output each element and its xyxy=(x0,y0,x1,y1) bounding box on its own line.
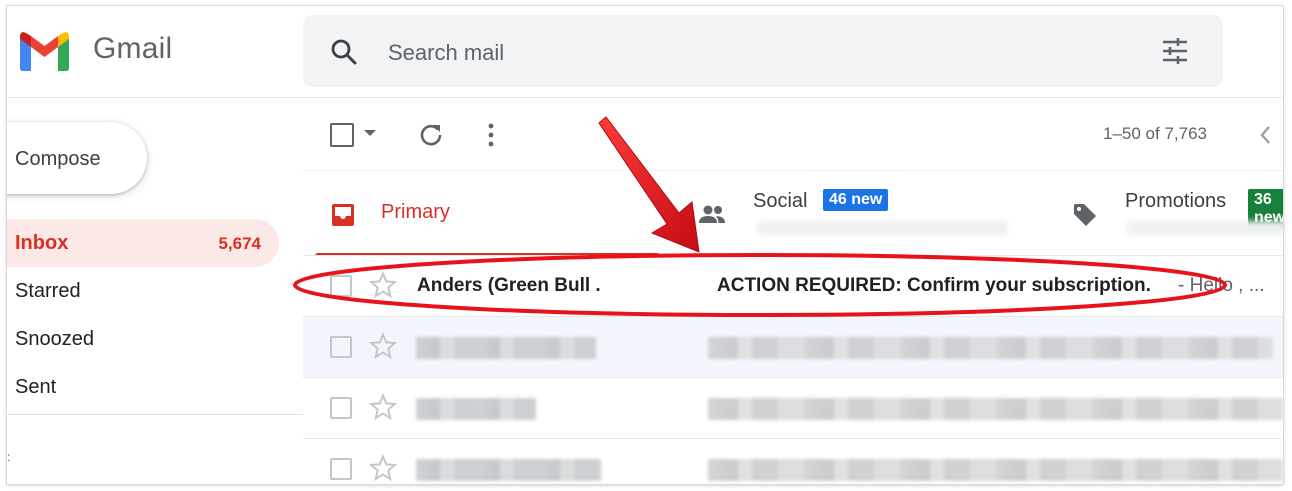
search-options-icon[interactable] xyxy=(1159,35,1191,67)
blurred-preview xyxy=(757,221,1007,235)
more-vert-icon[interactable] xyxy=(481,121,501,149)
compose-button[interactable]: Compose xyxy=(7,122,147,194)
star-icon[interactable] xyxy=(369,393,397,421)
email-sender: Anders (Green Bull . xyxy=(417,275,601,296)
sidebar-item-inbox[interactable]: Inbox 5,674 xyxy=(7,219,279,267)
row-checkbox[interactable] xyxy=(330,397,352,419)
search-bar[interactable]: Search mail xyxy=(303,15,1223,87)
sidebar-item-sent[interactable]: Sent xyxy=(7,363,279,411)
tab-label: Social xyxy=(753,190,808,212)
inbox-icon xyxy=(332,204,354,226)
tag-icon xyxy=(1074,204,1096,226)
email-row[interactable] xyxy=(303,317,1283,378)
sidebar-item-starred[interactable]: Starred xyxy=(7,267,279,315)
tab-primary[interactable]: Primary xyxy=(315,171,660,256)
sidebar-divider xyxy=(7,414,303,415)
blurred-sender xyxy=(416,337,596,359)
select-dropdown-icon[interactable] xyxy=(364,130,376,136)
star-icon[interactable] xyxy=(369,332,397,360)
tab-label: Primary xyxy=(381,201,450,223)
email-row[interactable] xyxy=(303,378,1283,439)
tab-promotions[interactable]: Promotions 36 new xyxy=(1067,171,1283,256)
sidebar-item-label: Sent xyxy=(15,376,57,398)
search-input[interactable]: Search mail xyxy=(388,40,504,66)
blurred-sender xyxy=(416,398,536,420)
email-subject: ACTION REQUIRED: Confirm your subscripti… xyxy=(717,275,1151,296)
email-snippet: - Hello , ... xyxy=(1178,275,1265,296)
unread-count: 5,674 xyxy=(218,234,261,253)
gmail-window: Gmail Search mail Compose Inbox 5,674 St… xyxy=(7,6,1283,484)
refresh-icon[interactable] xyxy=(417,121,445,149)
tab-label: Promotions xyxy=(1125,190,1227,212)
sidebar-item-label: Starred xyxy=(15,280,81,302)
blurred-subject xyxy=(708,459,1283,481)
star-icon[interactable] xyxy=(369,454,397,482)
tab-social[interactable]: Social 46 new xyxy=(697,171,1057,256)
email-row[interactable] xyxy=(303,439,1283,484)
row-checkbox[interactable] xyxy=(330,336,352,358)
email-row[interactable]: Anders (Green Bull . ACTION REQUIRED: Co… xyxy=(303,256,1283,317)
sidebar-item-label: Snoozed xyxy=(15,328,94,350)
header-divider xyxy=(7,97,1283,98)
search-icon[interactable] xyxy=(329,37,359,67)
sidebar-item-label: Inbox xyxy=(15,232,69,254)
blurred-sender xyxy=(416,459,601,481)
people-icon xyxy=(699,205,725,223)
select-all-checkbox[interactable] xyxy=(330,123,354,147)
sidebar-marker: : xyxy=(7,450,11,464)
gmail-logo-icon[interactable] xyxy=(17,30,72,72)
compose-label: Compose xyxy=(15,148,101,170)
app-name: Gmail xyxy=(93,32,173,65)
row-checkbox[interactable] xyxy=(330,458,352,480)
row-checkbox[interactable] xyxy=(330,275,352,297)
pagination-text: 1–50 of 7,763 xyxy=(1103,124,1207,143)
blurred-subject xyxy=(708,398,1283,420)
new-count-badge: 46 new xyxy=(823,189,889,211)
sidebar-item-snoozed[interactable]: Snoozed xyxy=(7,315,279,363)
chevron-left-icon[interactable] xyxy=(1258,124,1274,146)
blurred-subject xyxy=(708,337,1273,359)
star-icon[interactable] xyxy=(369,271,397,299)
blurred-preview xyxy=(1127,221,1283,235)
